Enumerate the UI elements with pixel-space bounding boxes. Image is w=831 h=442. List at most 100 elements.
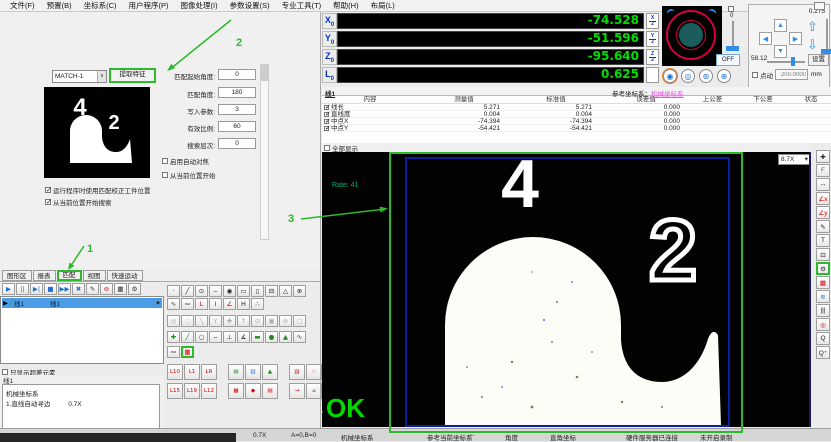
tool-button-▦[interactable]: ▦: [114, 283, 127, 295]
tool-button-✚[interactable]: ✚: [223, 315, 236, 327]
menu-item-文件(F)[interactable]: 文件(F): [4, 1, 41, 10]
tool-button-H[interactable]: H: [237, 298, 250, 310]
tool-button-⊙[interactable]: ⊙: [251, 315, 264, 327]
tool-button-◆[interactable]: ◆: [245, 383, 261, 399]
jog-up-button[interactable]: ▲: [774, 19, 787, 32]
tool-button-⚙[interactable]: ⚙: [816, 262, 830, 275]
dialog-scrollbar[interactable]: [260, 64, 269, 240]
z-down-arrow[interactable]: ⇩: [807, 38, 818, 51]
tool-button-▥[interactable]: ▥: [245, 364, 261, 380]
tool-button-⊖[interactable]: ⊖: [100, 283, 113, 295]
tool-button-✚[interactable]: ✚: [167, 331, 180, 343]
tool-button-∿[interactable]: ∿: [167, 298, 180, 310]
tool-button-▦[interactable]: ▦: [816, 276, 830, 289]
tool-button-L12[interactable]: L12: [201, 383, 217, 399]
dialog-checkbox-row[interactable]: 从当前位置开始搜索: [45, 197, 112, 207]
tab-图形区[interactable]: 图形区: [2, 270, 32, 281]
tool-button-⊕[interactable]: ⊕: [293, 285, 306, 297]
table-row-中点X[interactable]: 中点X-74.394-74.3940.000: [322, 118, 831, 125]
menu-item-图像处理(I)[interactable]: 图像处理(I): [175, 1, 224, 10]
tab-报表[interactable]: 报表: [33, 270, 56, 281]
tool-button-↑[interactable]: ↑: [237, 315, 250, 327]
tool-button-∠y[interactable]: ∠y: [816, 206, 830, 219]
program-list[interactable]: ▶ ╱ 线1 线1 ◆: [0, 296, 164, 364]
light-off-button[interactable]: OFF: [716, 54, 740, 66]
light-mode-button[interactable]: ⊕: [717, 69, 731, 83]
jog-checkbox[interactable]: [752, 72, 758, 78]
tool-button-▣[interactable]: ▣: [265, 315, 278, 327]
speed-slider-track[interactable]: [767, 61, 805, 63]
zoom-select[interactable]: 8.7X ▾: [778, 154, 810, 165]
tool-button-|||[interactable]: |||: [816, 304, 830, 317]
tool-button-||[interactable]: ||: [16, 283, 29, 295]
param-input[interactable]: 0: [218, 138, 256, 149]
tool-button-↔[interactable]: ↔: [816, 178, 830, 191]
half-button-Z[interactable]: Z2: [646, 49, 659, 65]
tool-button-╱[interactable]: ╱: [181, 331, 194, 343]
tool-button-▤[interactable]: ▤: [262, 383, 278, 399]
tool-button-⊟[interactable]: ⊟: [265, 285, 278, 297]
tool-button-△[interactable]: △: [279, 285, 292, 297]
param-input[interactable]: 60: [218, 121, 256, 132]
half-button-Y[interactable]: Y2: [646, 31, 659, 47]
tool-button-Q⁺[interactable]: Q⁺: [816, 346, 830, 359]
dialog-checkbox-row[interactable]: 启用自动对焦: [162, 156, 209, 166]
tool-button-▶|[interactable]: ▶|: [30, 283, 43, 295]
param-input[interactable]: 0: [218, 69, 256, 80]
tool-button-I[interactable]: I: [209, 298, 222, 310]
light-slider-handle[interactable]: [726, 46, 739, 51]
tool-button-∿[interactable]: ∿: [293, 331, 306, 343]
light-checkbox[interactable]: [728, 6, 734, 12]
tool-button-⊙[interactable]: ⊙: [195, 285, 208, 297]
tool-button-⚙[interactable]: ⚙: [128, 283, 141, 295]
tool-button-T[interactable]: T: [816, 234, 830, 247]
menu-item-坐标系(C)[interactable]: 坐标系(C): [78, 1, 123, 10]
param-input[interactable]: 3: [218, 104, 256, 115]
menu-item-专业工具(T)[interactable]: 专业工具(T): [276, 1, 328, 10]
tool-button-L15[interactable]: L15: [167, 383, 183, 399]
row-checkbox[interactable]: [324, 126, 329, 131]
param-input[interactable]: 180: [218, 87, 256, 98]
checkbox-box[interactable]: [45, 187, 51, 193]
window-button[interactable]: [814, 2, 825, 10]
checkbox-box[interactable]: [162, 158, 168, 164]
show-all-checkbox[interactable]: [324, 145, 330, 151]
scrollbar-thumb[interactable]: [261, 65, 268, 81]
jog-left-button[interactable]: ◀: [759, 32, 772, 45]
tool-button-▶▶[interactable]: ▶▶: [58, 283, 71, 295]
menu-item-布局(L)[interactable]: 布局(L): [365, 1, 401, 10]
chevron-down-icon[interactable]: ∨: [97, 71, 106, 82]
tool-button-◎[interactable]: ◎: [816, 318, 830, 331]
jog-down-button[interactable]: ▼: [774, 45, 787, 58]
tool-button-⊥[interactable]: ⊥: [223, 331, 236, 343]
tool-button-∠[interactable]: ∠: [223, 298, 236, 310]
reference-coord-link[interactable]: 机械坐标系: [651, 91, 684, 98]
settings-button[interactable]: 设置: [808, 54, 829, 66]
tool-button-L19[interactable]: L19: [184, 383, 200, 399]
tool-button-◉[interactable]: ◉: [223, 285, 236, 297]
tool-button-▯[interactable]: ▯: [251, 285, 264, 297]
row-checkbox[interactable]: [324, 119, 329, 124]
tool-button-▲[interactable]: ▲: [279, 331, 292, 343]
tool-button-✎[interactable]: ✎: [816, 220, 830, 233]
tab-视图[interactable]: 视图: [83, 270, 106, 281]
tool-button-F[interactable]: F: [816, 164, 830, 177]
jog-right-button[interactable]: ▶: [789, 32, 802, 45]
tool-button-✎[interactable]: ✎: [86, 283, 99, 295]
tab-匹配[interactable]: 匹配: [57, 270, 82, 281]
menu-item-用户程序(P)[interactable]: 用户程序(P): [123, 1, 175, 10]
tool-button-Q[interactable]: Q: [816, 332, 830, 345]
tool-button-→[interactable]: →: [289, 383, 305, 399]
tool-button-╲[interactable]: ╲: [195, 315, 208, 327]
checkbox-box[interactable]: [162, 172, 168, 178]
row-checkbox[interactable]: [324, 105, 329, 110]
tool-button-✚[interactable]: ✚: [816, 150, 830, 163]
dialog-checkbox-row[interactable]: 运行程序时使用匹配校正工件位置: [45, 185, 151, 195]
jog-mode-row[interactable]: 点动: [752, 70, 773, 80]
tool-button-▦[interactable]: ▦: [181, 346, 194, 358]
tool-button-■[interactable]: ■: [44, 283, 57, 295]
speed-slider-handle[interactable]: [791, 57, 795, 66]
tool-button-▭[interactable]: ▭: [237, 285, 250, 297]
tool-button-▥[interactable]: ▥: [289, 364, 305, 380]
tab-快速运动[interactable]: 快速运动: [107, 270, 143, 281]
